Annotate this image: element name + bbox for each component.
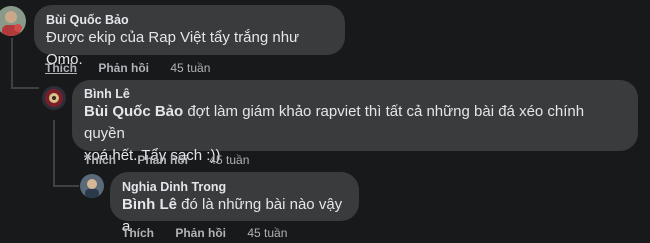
comment-bubble: Bùi Quốc Bảo Được ekip của Rap Việt tẩy …: [34, 5, 345, 68]
comment-bubble: Nghia Dinh Trong Bình Lê đó là những bài…: [110, 172, 359, 235]
user-avatar-icon: [0, 6, 26, 36]
thread-line-vertical-2: [53, 120, 55, 186]
like-button[interactable]: Thích: [122, 226, 154, 240]
avatar[interactable]: [80, 174, 104, 198]
mention-link[interactable]: Bình Lê: [122, 196, 177, 213]
user-avatar-icon: [80, 174, 104, 198]
reply-button[interactable]: Phản hồi: [175, 226, 226, 240]
like-button[interactable]: Thích: [45, 61, 77, 75]
comment-author[interactable]: Nghia Dinh Trong: [122, 180, 347, 194]
thread-line-horizontal-2: [53, 185, 79, 187]
thread-line-horizontal-1: [11, 87, 39, 89]
comment-timestamp[interactable]: 45 tuần: [209, 153, 249, 167]
thread-line-vertical-1: [11, 38, 13, 88]
like-button[interactable]: Thích: [84, 153, 116, 167]
comment-actions: Thích Phản hồi 45 tuần: [45, 61, 210, 75]
reply-button[interactable]: Phản hồi: [98, 61, 149, 75]
comment-bubble: Bình Lê Bùi Quốc Bảo đợt làm giám khảo r…: [72, 80, 638, 164]
comment-actions: Thích Phản hồi 45 tuần: [122, 226, 287, 240]
comment-actions: Thích Phản hồi 45 tuần: [84, 153, 249, 167]
comment-timestamp[interactable]: 45 tuần: [247, 226, 287, 240]
avatar[interactable]: [42, 86, 66, 110]
reply-button[interactable]: Phản hồi: [137, 153, 188, 167]
mention-link[interactable]: Bùi Quốc Bảo: [84, 103, 183, 120]
user-avatar-icon: [42, 86, 66, 110]
avatar[interactable]: [0, 6, 26, 36]
comment-author[interactable]: Bùi Quốc Bảo: [46, 13, 333, 27]
comment-author[interactable]: Bình Lê: [84, 87, 626, 101]
comment-timestamp[interactable]: 45 tuần: [170, 61, 210, 75]
